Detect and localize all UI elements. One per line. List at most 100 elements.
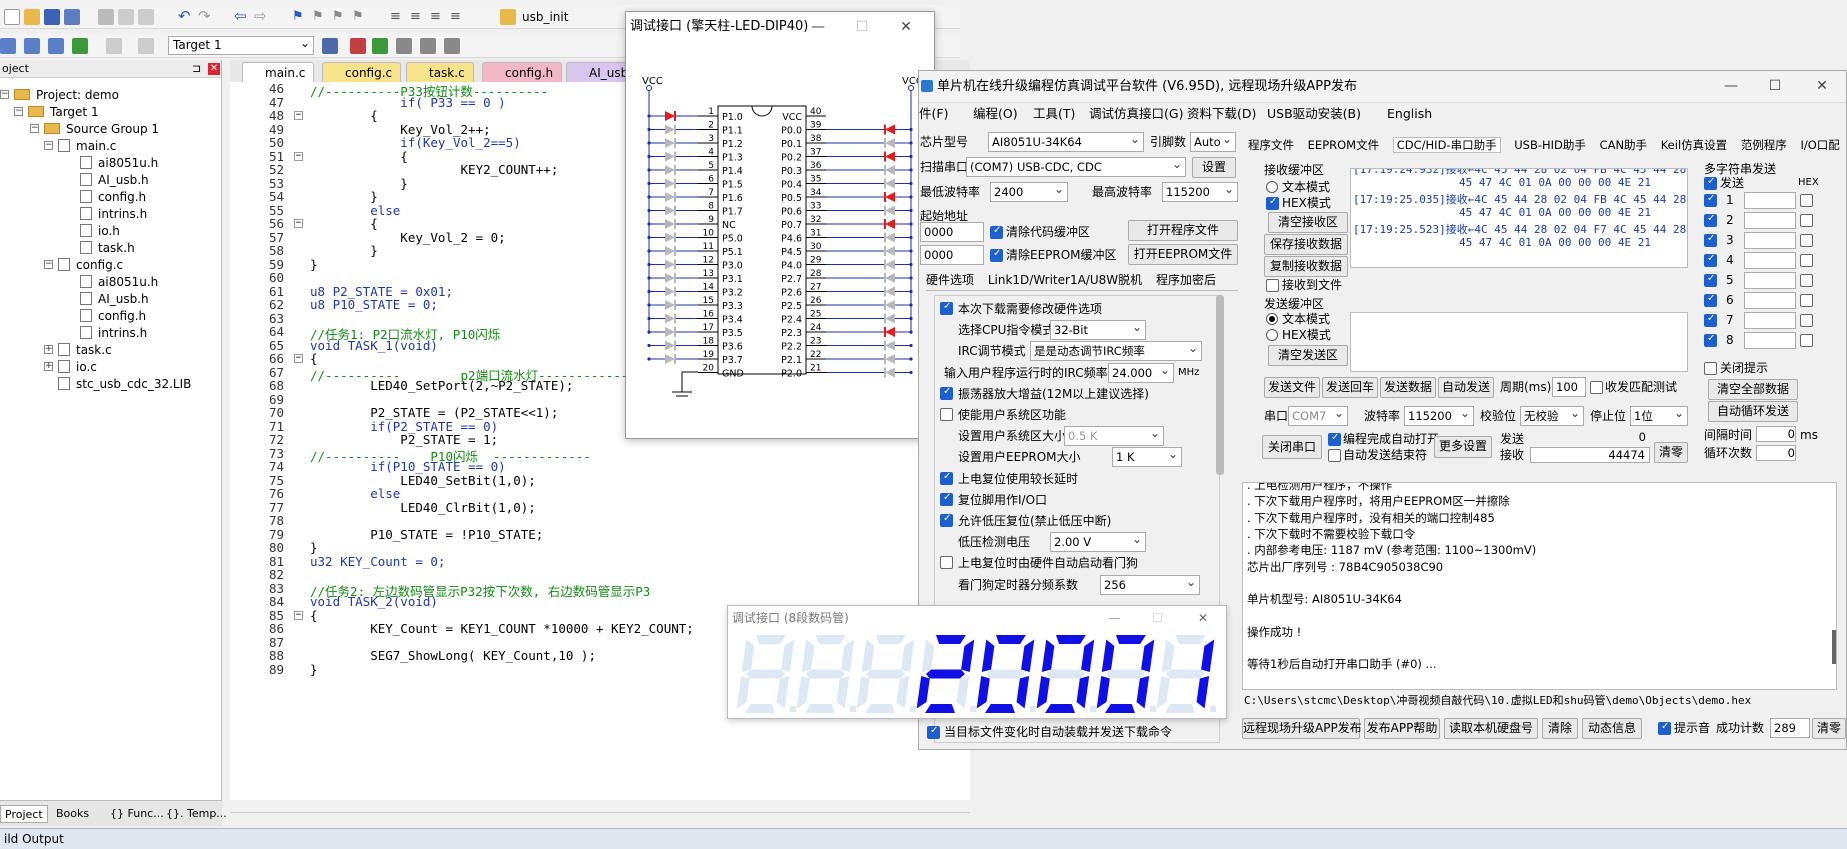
- tab-eeprom-file[interactable]: EEPROM文件: [1308, 138, 1379, 152]
- tab-project[interactable]: Project: [0, 805, 48, 823]
- multi-row-checkbox[interactable]: [1704, 253, 1717, 267]
- minimize-icon[interactable]: —: [1711, 71, 1751, 101]
- cut-icon[interactable]: [98, 9, 114, 25]
- multi-row-checkbox[interactable]: [1704, 293, 1717, 307]
- pin-icon[interactable]: ⊐: [192, 60, 201, 78]
- maximize-icon[interactable]: ☐: [840, 12, 884, 42]
- tab-config-h[interactable]: config.h: [482, 62, 563, 82]
- dynamic-info-button[interactable]: 动态信息: [1582, 718, 1642, 739]
- hw-option-checkbox[interactable]: [940, 556, 953, 570]
- port-settings-button[interactable]: 设置: [1192, 157, 1236, 178]
- fold-toggle-icon[interactable]: −: [294, 219, 303, 228]
- build-icon[interactable]: [24, 38, 40, 54]
- multi-row-hex-checkbox[interactable]: [1800, 194, 1813, 207]
- bookmark-next-icon[interactable]: ⚑: [332, 9, 348, 25]
- code-addr-input[interactable]: 0000: [920, 222, 984, 242]
- chip-select[interactable]: AI8051U-34K64: [988, 132, 1144, 152]
- collapse-icon[interactable]: −: [44, 141, 53, 150]
- multi-row-input[interactable]: [1744, 252, 1796, 269]
- multi-row-hex-checkbox[interactable]: [1800, 234, 1813, 247]
- multi-row-input[interactable]: [1744, 212, 1796, 229]
- hw-option-select[interactable]: 0.5 K: [1064, 426, 1164, 447]
- multi-row-hex-checkbox[interactable]: [1800, 314, 1813, 327]
- select-packs-icon[interactable]: [420, 38, 436, 54]
- clear-log-button[interactable]: 清除: [1542, 718, 1578, 739]
- multi-row-hex-checkbox[interactable]: [1800, 254, 1813, 267]
- auto-end-checkbox[interactable]: [1328, 449, 1341, 462]
- find-in-files-icon[interactable]: [500, 9, 516, 25]
- editor-hscrollbar[interactable]: [230, 812, 970, 822]
- auto-loop-button[interactable]: 自动循环发送: [1708, 401, 1798, 422]
- fold-toggle-icon[interactable]: −: [294, 151, 303, 161]
- minimize-icon[interactable]: —: [796, 12, 840, 42]
- menu-file[interactable]: 件(F): [919, 103, 948, 125]
- port-select[interactable]: (COM7) USB-CDC, CDC: [966, 157, 1186, 177]
- close-port-button[interactable]: 关闭串口: [1262, 435, 1322, 459]
- clear-all-button[interactable]: 清空全部数据: [1708, 379, 1798, 400]
- copy-recv-button[interactable]: 复制接收数据: [1264, 256, 1348, 277]
- tree-file[interactable]: intrins.h: [80, 205, 147, 223]
- tree-file[interactable]: ai8051u.h: [80, 273, 158, 291]
- tab-templates[interactable]: {}. Temp...: [162, 805, 231, 823]
- tree-file[interactable]: ai8051u.h: [80, 154, 158, 172]
- tab-examples[interactable]: 范例程序: [1741, 138, 1787, 152]
- remote-publish-button[interactable]: 远程现场升级APP发布: [1242, 718, 1362, 739]
- clear-count-button[interactable]: 清零: [1654, 442, 1688, 463]
- more-settings-button[interactable]: 更多设置: [1434, 436, 1492, 458]
- eeprom-addr-input[interactable]: 0000: [920, 245, 984, 265]
- multi-row-input[interactable]: [1744, 192, 1796, 209]
- multi-row-hex-checkbox[interactable]: [1800, 214, 1813, 227]
- tree-file[interactable]: intrins.h: [80, 324, 147, 342]
- tab-hardware-options[interactable]: 硬件选项: [926, 273, 974, 287]
- tree-file[interactable]: io.h: [80, 222, 120, 240]
- stop-bits-select[interactable]: 1位: [1630, 406, 1688, 426]
- recv-to-file-checkbox[interactable]: [1266, 279, 1279, 292]
- open-program-button[interactable]: 打开程序文件: [1128, 220, 1238, 241]
- maximize-icon[interactable]: ☐: [1152, 606, 1163, 630]
- bookmark-prev-icon[interactable]: ⚑: [312, 9, 328, 25]
- hw-option-checkbox[interactable]: [940, 513, 953, 527]
- multi-row-checkbox[interactable]: [1704, 233, 1717, 247]
- send-data-button[interactable]: 发送数据: [1380, 377, 1436, 398]
- maximize-icon[interactable]: ☐: [1753, 71, 1797, 101]
- pin-count-select[interactable]: Auto: [1190, 132, 1236, 152]
- collapse-icon[interactable]: −: [0, 90, 9, 99]
- hw-option-select[interactable]: 1 K: [1112, 447, 1182, 468]
- multi-send-all-checkbox[interactable]: [1704, 176, 1717, 190]
- tree-file[interactable]: − config.c: [44, 256, 123, 274]
- comment-icon[interactable]: ≡: [430, 9, 446, 25]
- fold-toggle-icon[interactable]: −: [294, 610, 303, 620]
- tab-can[interactable]: CAN助手: [1600, 138, 1648, 152]
- multi-row-checkbox[interactable]: [1704, 313, 1717, 327]
- download-icon[interactable]: [72, 38, 88, 54]
- tree-file[interactable]: AI_usb.h: [80, 171, 149, 189]
- save-recv-button[interactable]: 保存接收数据: [1264, 234, 1348, 255]
- multi-row-input[interactable]: [1744, 232, 1796, 249]
- manage-run-env-icon[interactable]: [444, 38, 460, 54]
- bookmark-icon[interactable]: ⚑: [292, 9, 308, 25]
- publish-help-button[interactable]: 发布APP帮助: [1364, 718, 1440, 739]
- clear-eeprom-checkbox[interactable]: [990, 248, 1003, 262]
- clear-send-button[interactable]: 清空发送区: [1268, 345, 1348, 366]
- target-select[interactable]: Target 1 ⌄: [168, 36, 314, 55]
- multi-row-input[interactable]: [1744, 332, 1796, 349]
- menu-usb-driver[interactable]: USB驱动安装(B): [1267, 103, 1361, 125]
- clear-code-checkbox[interactable]: [990, 225, 1003, 239]
- send-textarea[interactable]: [1350, 312, 1688, 372]
- translate-icon[interactable]: [0, 38, 16, 54]
- serial-port-select[interactable]: COM7: [1288, 406, 1348, 426]
- menu-debug[interactable]: 调试仿真接口(G): [1089, 103, 1183, 125]
- multi-row-checkbox[interactable]: [1704, 273, 1717, 287]
- collapse-icon[interactable]: −: [30, 124, 39, 133]
- loop-count-input[interactable]: 0: [1756, 445, 1796, 461]
- stop-build-icon[interactable]: [106, 38, 122, 54]
- interval-input[interactable]: 0: [1756, 426, 1796, 442]
- multi-row-checkbox[interactable]: [1704, 333, 1717, 347]
- menu-download[interactable]: 资料下载(D): [1187, 103, 1256, 125]
- read-disk-id-button[interactable]: 读取本机硬盘号: [1444, 718, 1538, 739]
- auto-send-button[interactable]: 自动发送: [1438, 377, 1494, 398]
- save-icon[interactable]: [44, 9, 60, 25]
- clear-recv-button[interactable]: 清空接收区: [1268, 212, 1348, 233]
- period-input[interactable]: 100: [1552, 377, 1586, 397]
- max-baud-select[interactable]: 115200: [1162, 182, 1238, 202]
